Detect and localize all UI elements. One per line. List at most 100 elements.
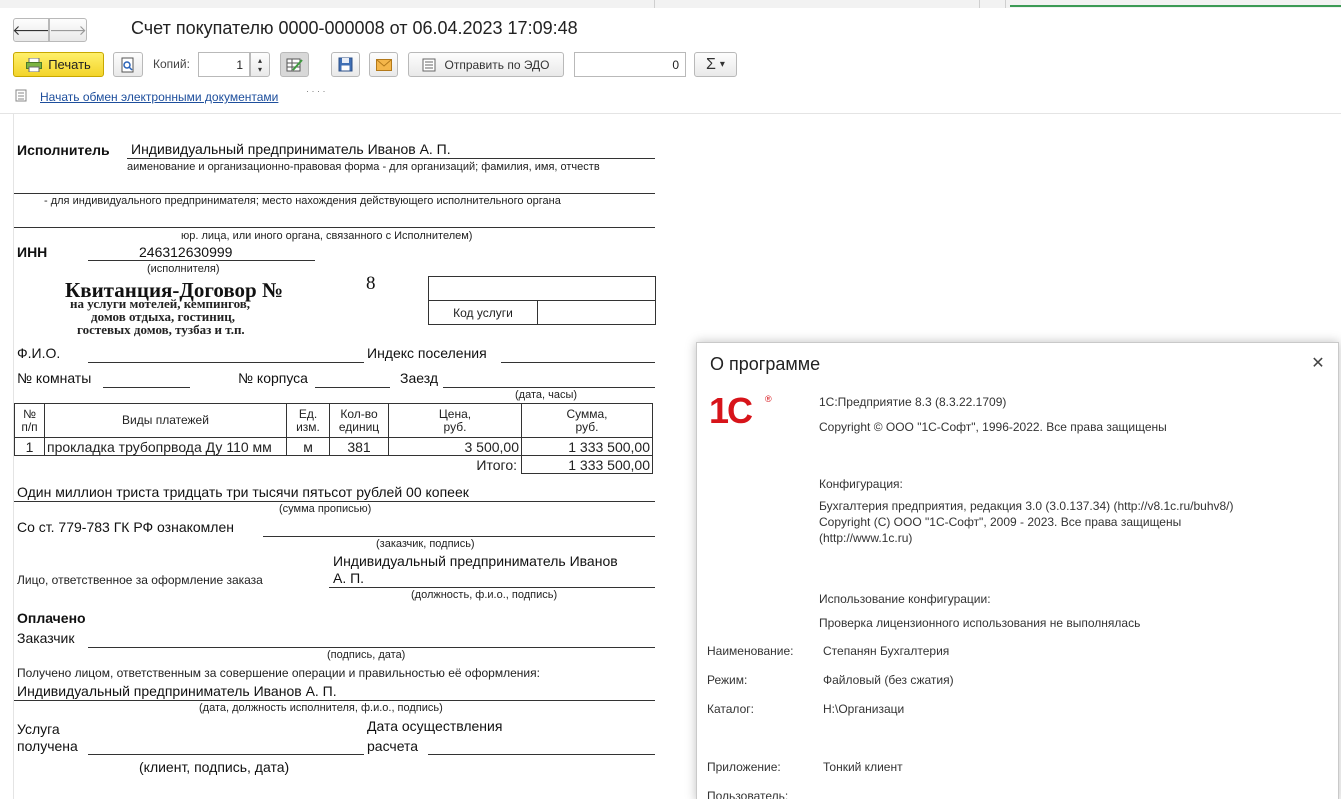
stepper-down-icon[interactable]: ▾ bbox=[258, 65, 262, 74]
forward-button[interactable]: 🡒 bbox=[49, 18, 87, 42]
app-window: 🡐 🡒 Счет покупателю 0000-000008 от 06.04… bbox=[0, 0, 1341, 799]
sum-mode-button[interactable]: Σ ▾ bbox=[694, 52, 737, 77]
amount-line bbox=[14, 501, 655, 502]
document-divider bbox=[0, 113, 1341, 114]
received-line bbox=[14, 700, 655, 701]
building-label: № корпуса bbox=[238, 370, 308, 386]
service-received-line bbox=[88, 754, 364, 755]
inn-hint: (исполнителя) bbox=[147, 263, 220, 275]
print-button[interactable]: Печать bbox=[13, 52, 104, 77]
header-sum-1: Сумма, bbox=[566, 406, 608, 421]
config-label: Конфигурация: bbox=[819, 477, 903, 491]
name-label: Наименование: bbox=[707, 644, 794, 658]
received-text: Получено лицом, ответственным за соверше… bbox=[17, 666, 540, 680]
name-value: Степанян Бухгалтерия bbox=[823, 644, 950, 658]
catalog-label: Каталог: bbox=[707, 702, 754, 716]
gk-text: Со ст. 779-783 ГК РФ ознакомлен bbox=[17, 519, 234, 535]
active-tab-indicator bbox=[1010, 5, 1341, 7]
forward-arrow-icon: 🡒 bbox=[49, 21, 87, 38]
stepper-up-icon[interactable]: ▴ bbox=[258, 56, 262, 65]
executor-value: Индивидуальный предприниматель Иванов А.… bbox=[131, 141, 451, 157]
customer-hint: (подпись, дата) bbox=[327, 649, 406, 661]
tab-document[interactable] bbox=[0, 0, 655, 8]
usage-label: Использование конфигурации: bbox=[819, 592, 991, 606]
header-qty-1: Кол-во bbox=[340, 406, 378, 421]
back-button[interactable]: 🡐 bbox=[12, 18, 50, 42]
service-code-label: Код услуги bbox=[428, 300, 538, 325]
responsible-hint: (должность, ф.и.о., подпись) bbox=[411, 589, 558, 601]
config-line-2: Copyright (С) ООО "1С-Софт", 2009 - 2023… bbox=[819, 515, 1182, 529]
document-list-icon bbox=[15, 89, 27, 102]
total-row: Итого: 1 333 500,00 bbox=[15, 455, 653, 474]
close-icon[interactable]: ✕ bbox=[1309, 355, 1327, 373]
email-button[interactable] bbox=[369, 52, 398, 77]
settlement-line bbox=[428, 754, 655, 755]
tab-other[interactable] bbox=[655, 0, 980, 8]
header-sum-2: руб. bbox=[575, 419, 599, 434]
app-value: Тонкий клиент bbox=[823, 760, 903, 774]
config-line-3[interactable]: (http://www.1c.ru) bbox=[819, 531, 912, 545]
header-num-2: п/п bbox=[21, 419, 38, 434]
about-dialog-title: О программе bbox=[710, 354, 821, 374]
receipt-number: 8 bbox=[366, 273, 376, 294]
payments-table: № п/п Виды платежей Ед. изм. Кол-во единиц … bbox=[14, 403, 653, 474]
row-sum: 1 333 500,00 bbox=[521, 437, 653, 456]
amount-hint: (сумма прописью) bbox=[279, 503, 372, 515]
row-kind: прокладка трубопрвода Ду 110 мм bbox=[44, 437, 287, 456]
executor-line-3 bbox=[14, 227, 655, 228]
header-unit-1: Ед. bbox=[298, 406, 318, 421]
edo-link-trailing: · · · · bbox=[306, 86, 326, 96]
executor-label: Исполнитель bbox=[17, 142, 110, 158]
responsible-line bbox=[329, 587, 655, 588]
send-edo-label: Отправить по ЭДО bbox=[444, 57, 550, 72]
copies-stepper[interactable]: ▴ ▾ bbox=[250, 52, 270, 77]
service-code-value bbox=[537, 300, 656, 325]
executor-hint-3: юр. лица, или иного органа, связанного с… bbox=[181, 230, 473, 242]
magnifier-page-icon bbox=[121, 57, 134, 72]
logo-text: 1С bbox=[709, 390, 753, 431]
settlement-date-1: Дата осуществления bbox=[367, 718, 503, 734]
fio-line bbox=[88, 362, 364, 363]
config-line-1: Бухгалтерия предприятия, редакция 3.0 (3… bbox=[819, 499, 1234, 513]
receipt-subtitle-3: гостевых домов, тузбаз и т.п. bbox=[77, 322, 245, 337]
inn-line bbox=[88, 260, 315, 261]
fio-label: Ф.И.О. bbox=[17, 345, 61, 361]
room-label: № комнаты bbox=[17, 370, 92, 386]
copies-label: Копий: bbox=[153, 57, 190, 71]
room-line bbox=[103, 387, 190, 388]
start-edo-link[interactable]: Начать обмен электронными документами bbox=[40, 90, 278, 104]
preview-button[interactable] bbox=[113, 52, 143, 77]
row-num: 1 bbox=[14, 437, 45, 456]
back-arrow-icon: 🡐 bbox=[12, 21, 50, 38]
index-label: Индекс поселения bbox=[367, 345, 487, 361]
save-button[interactable] bbox=[331, 52, 360, 77]
row-price: 3 500,00 bbox=[388, 437, 522, 456]
paid-label: Оплачено bbox=[17, 610, 86, 626]
executor-hint-1: аименование и организационно-правовая фо… bbox=[127, 161, 600, 173]
logo-registered: ® bbox=[765, 394, 772, 404]
client-hint: (клиент, подпись, дата) bbox=[139, 759, 290, 775]
printer-icon bbox=[26, 57, 43, 72]
send-edo-button[interactable]: Отправить по ЭДО bbox=[408, 52, 564, 77]
arrival-line bbox=[443, 387, 655, 388]
building-line bbox=[315, 387, 390, 388]
responsible-value-1: Индивидуальный предприниматель Иванов bbox=[333, 553, 618, 569]
edit-document-button[interactable] bbox=[280, 52, 309, 77]
header-price-1: Цена, bbox=[438, 406, 472, 421]
arrival-label: Заезд bbox=[400, 370, 439, 386]
platform-copyright: Copyright © ООО "1С-Софт", 1996-2022. Вс… bbox=[819, 420, 1167, 434]
header-qty-2: единиц bbox=[338, 419, 380, 434]
service-received-2: получена bbox=[17, 738, 78, 754]
copies-input[interactable]: 1 bbox=[198, 52, 250, 77]
floppy-icon bbox=[338, 57, 353, 72]
service-code-box: Код услуги bbox=[428, 276, 656, 325]
settlement-date-2: расчета bbox=[367, 738, 419, 754]
gk-hint: (заказчик, подпись) bbox=[376, 538, 475, 550]
tab-small[interactable] bbox=[980, 0, 1006, 8]
mode-value: Файловый (без сжатия) bbox=[823, 673, 954, 687]
chevron-down-icon: ▾ bbox=[719, 59, 725, 70]
row-unit: м bbox=[286, 437, 330, 456]
customer-line bbox=[88, 647, 655, 648]
customer-label: Заказчик bbox=[17, 630, 75, 646]
sum-field[interactable]: 0 bbox=[574, 52, 686, 77]
